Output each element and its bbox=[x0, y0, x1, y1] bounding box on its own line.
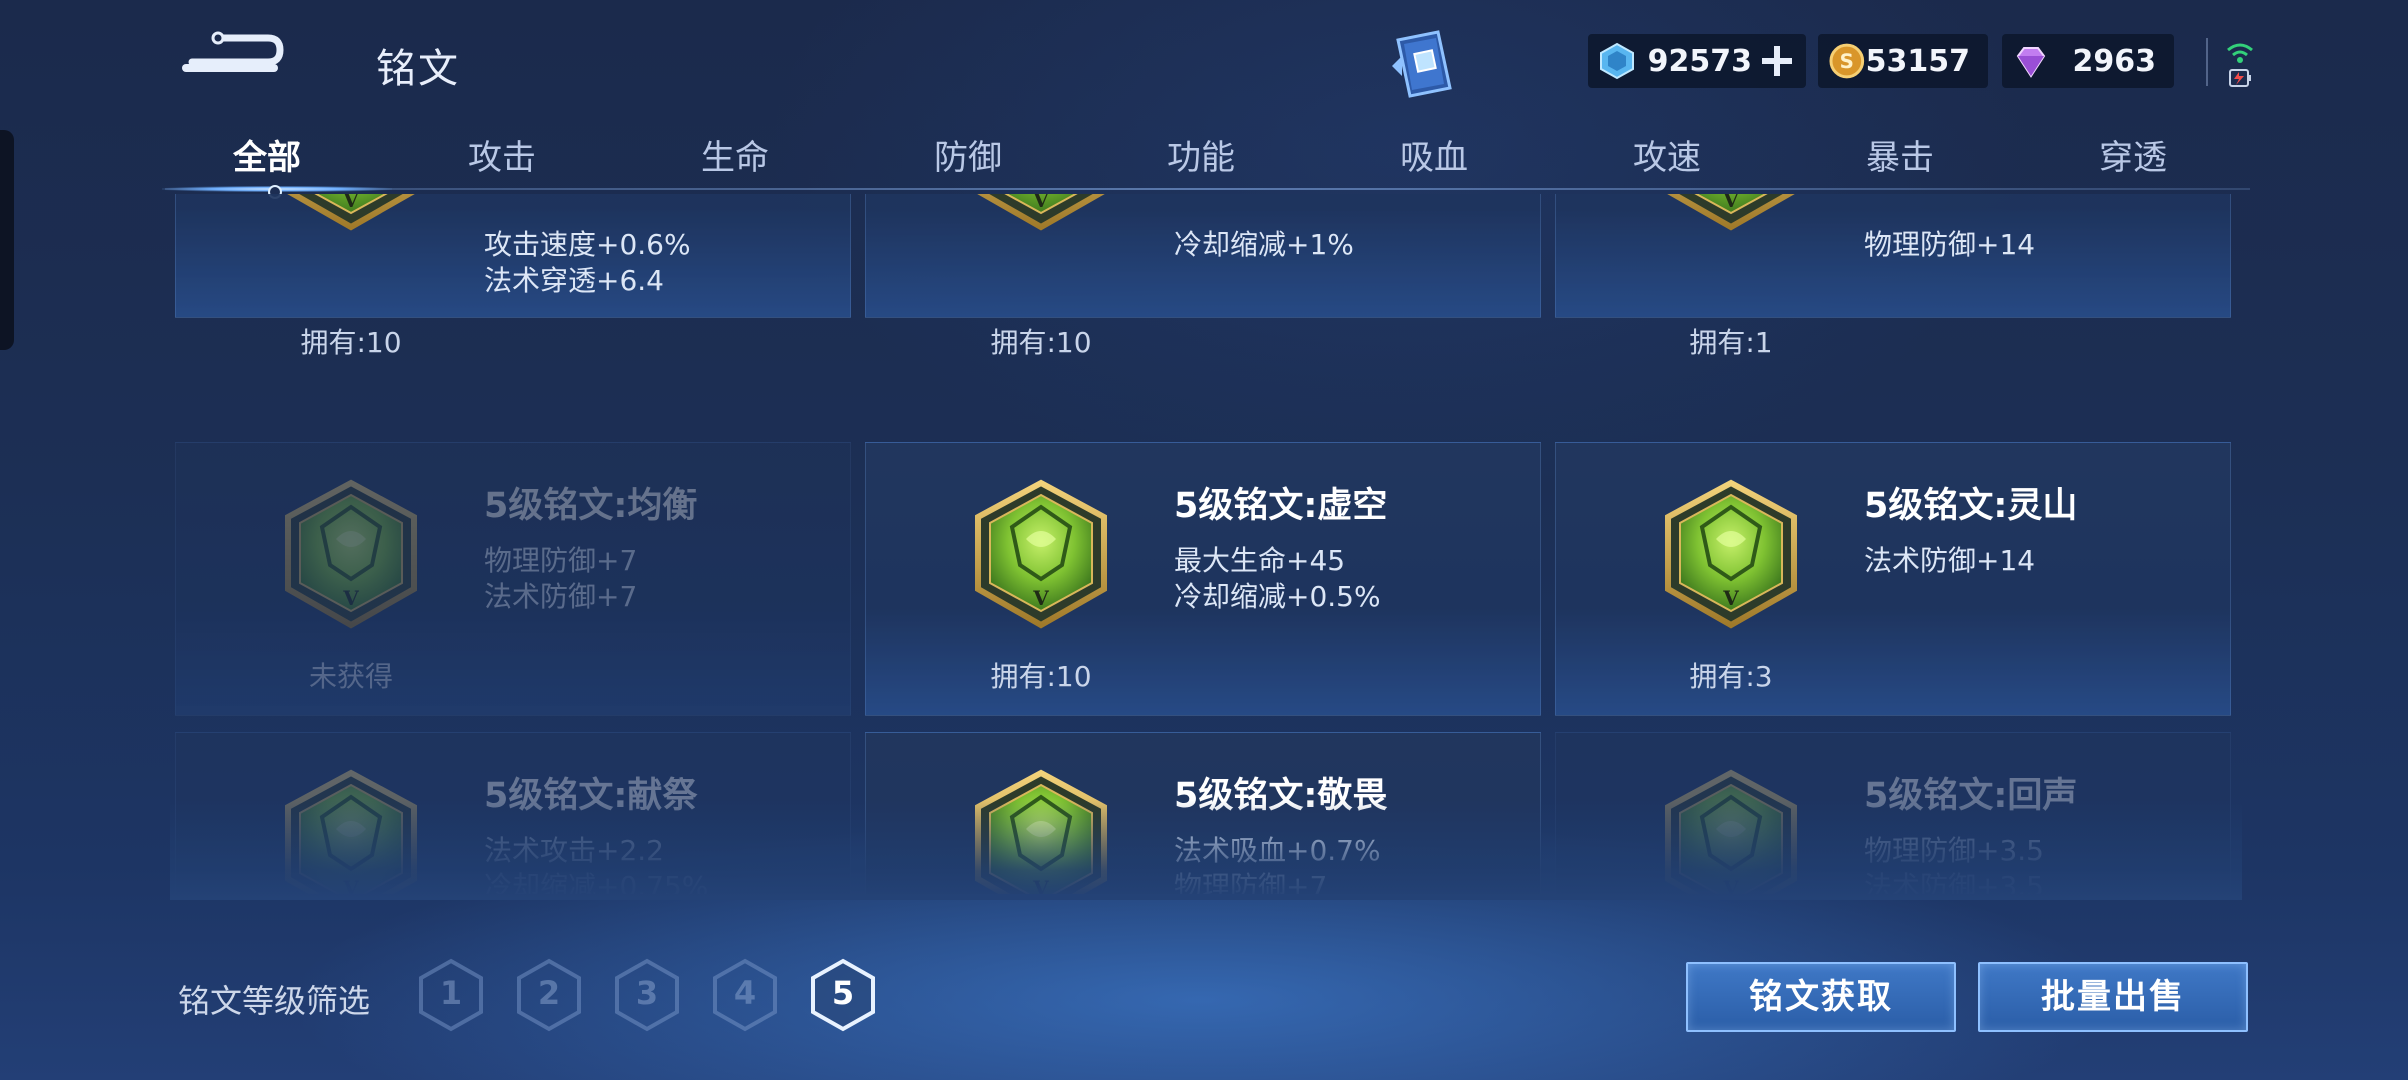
divider bbox=[2206, 38, 2208, 86]
add-diamond-plus-icon[interactable] bbox=[1762, 46, 1792, 76]
wifi-battery-icon bbox=[2227, 43, 2253, 87]
inscription-stat: 物理防御+3.5 bbox=[1864, 834, 2044, 867]
inscription-name: 5级铭文:灵山 bbox=[1864, 486, 2078, 526]
tab-attack-speed[interactable]: 攻速 bbox=[1582, 130, 1752, 179]
gem-currency: 2963 bbox=[2002, 34, 2174, 88]
level-number: 4 bbox=[733, 974, 757, 1012]
page-title: 铭文 bbox=[376, 46, 460, 92]
inscription-stat: 法术防御+7 bbox=[484, 580, 638, 613]
tab-penetration[interactable]: 穿透 bbox=[2048, 130, 2218, 179]
owned-count: 拥有:1 bbox=[1689, 326, 1773, 359]
inscription-stat: 物理防御+14 bbox=[1864, 228, 2036, 261]
category-tabs: 全部 攻击 生命 防御 功能 吸血 攻速 暴击 穿透 bbox=[160, 130, 2248, 190]
gold-amount: 53157 bbox=[1865, 43, 1970, 79]
level-number: 1 bbox=[439, 974, 463, 1012]
level-filter-label: 铭文等级筛选 bbox=[178, 982, 371, 1020]
tab-divider-line bbox=[165, 188, 2250, 190]
inscription-badge-icon bbox=[966, 769, 1116, 894]
inscription-stat: 法术吸血+0.7% bbox=[1174, 834, 1381, 867]
tab-attack[interactable]: 攻击 bbox=[417, 130, 587, 179]
owned-count: 未获得 bbox=[308, 660, 393, 693]
inscription-grid: 攻击速度+0.6% 法术穿透+6.4 拥有:10 冷却缩减+1% 拥有:10 物… bbox=[170, 194, 2242, 894]
inscription-badge-icon bbox=[966, 194, 1116, 231]
inscription-stat: 法术攻击+2.2 bbox=[484, 834, 664, 867]
inscription-card[interactable]: 物理防御+14 拥有:1 bbox=[1555, 194, 2231, 359]
level-filter-2[interactable]: 2 bbox=[516, 958, 582, 1032]
inscription-badge-icon bbox=[1656, 194, 1806, 231]
level-number: 2 bbox=[537, 974, 561, 1012]
inscription-stat: 物理防御+7 bbox=[484, 544, 638, 577]
inscription-card[interactable]: 5级铭文:献祭 法术攻击+2.2 冷却缩减+0.75% bbox=[175, 732, 851, 894]
inscription-name: 5级铭文:敬畏 bbox=[1174, 776, 1388, 816]
inscription-name: 5级铭文:献祭 bbox=[484, 776, 698, 816]
inscription-card[interactable]: 5级铭文:回声 物理防御+3.5 法术防御+3.5 bbox=[1555, 732, 2231, 894]
inscription-stat: 冷却缩减+0.5% bbox=[1174, 580, 1381, 613]
tab-all[interactable]: 全部 bbox=[182, 130, 352, 179]
tab-health[interactable]: 生命 bbox=[650, 130, 820, 179]
acquire-inscription-button[interactable]: 铭文获取 bbox=[1686, 962, 1956, 1032]
owned-count: 拥有:3 bbox=[1689, 660, 1773, 693]
gem-amount: 2963 bbox=[2072, 43, 2157, 79]
level-filter-5[interactable]: 5 bbox=[810, 958, 876, 1032]
inscription-name: 5级铭文:均衡 bbox=[484, 486, 698, 526]
purple-gem-icon bbox=[2016, 47, 2046, 78]
inscription-badge-icon bbox=[276, 479, 426, 629]
bulk-sell-button[interactable]: 批量出售 bbox=[1978, 962, 2248, 1032]
owned-count: 拥有:10 bbox=[300, 326, 402, 359]
gold-currency: S 53157 bbox=[1818, 34, 1988, 88]
owned-count: 拥有:10 bbox=[990, 660, 1092, 693]
inscription-stat: 物理防御+7 bbox=[1174, 870, 1328, 894]
inscription-stat: 法术防御+14 bbox=[1864, 544, 2036, 577]
inscription-badge-icon bbox=[966, 479, 1116, 629]
inscription-badge-icon bbox=[1656, 479, 1806, 629]
inscription-card[interactable]: 5级铭文:灵山 法术防御+14 拥有:3 bbox=[1555, 442, 2231, 716]
inscription-stat: 攻击速度+0.6% bbox=[484, 228, 691, 261]
inscription-stat: 冷却缩减+1% bbox=[1174, 228, 1354, 261]
side-edge bbox=[0, 130, 14, 350]
inscription-stat: 冷却缩减+0.75% bbox=[484, 870, 709, 894]
diamond-amount: 92573 bbox=[1647, 43, 1752, 79]
back-arrow-icon bbox=[182, 31, 284, 72]
inscription-stat: 法术防御+3.5 bbox=[1864, 870, 2044, 894]
level-filter-4[interactable]: 4 bbox=[712, 958, 778, 1032]
tab-function[interactable]: 功能 bbox=[1116, 130, 1286, 179]
level-filter-3[interactable]: 3 bbox=[614, 958, 680, 1032]
inscription-stat: 法术穿透+6.4 bbox=[484, 264, 664, 297]
level-filter-1[interactable]: 1 bbox=[418, 958, 484, 1032]
inscription-badge-icon bbox=[276, 769, 426, 894]
inscription-card[interactable]: 攻击速度+0.6% 法术穿透+6.4 拥有:10 bbox=[175, 194, 851, 359]
status-indicator bbox=[2224, 38, 2256, 90]
tab-defense[interactable]: 防御 bbox=[883, 130, 1053, 179]
inscription-badge-icon bbox=[276, 194, 426, 231]
diamond-icon bbox=[1600, 42, 1634, 80]
tab-lifesteal[interactable]: 吸血 bbox=[1349, 130, 1519, 179]
tab-critical[interactable]: 暴击 bbox=[1815, 130, 1985, 179]
diamond-currency: 92573 bbox=[1588, 34, 1806, 88]
level-number: 5 bbox=[831, 974, 855, 1012]
gold-coin-icon: S bbox=[1829, 43, 1865, 79]
inscription-card[interactable]: 冷却缩减+1% 拥有:10 bbox=[865, 194, 1541, 359]
inscription-stat: 最大生命+45 bbox=[1174, 544, 1346, 577]
level-number: 3 bbox=[635, 974, 659, 1012]
inscription-book-icon[interactable] bbox=[1388, 26, 1458, 102]
owned-count: 拥有:10 bbox=[990, 326, 1092, 359]
back-button[interactable] bbox=[180, 28, 290, 88]
svg-text:S: S bbox=[1840, 50, 1854, 73]
inscription-badge-icon bbox=[1656, 769, 1806, 894]
inscription-card[interactable]: 5级铭文:虚空 最大生命+45 冷却缩减+0.5% 拥有:10 bbox=[865, 442, 1541, 716]
inscription-card[interactable]: 5级铭文:均衡 物理防御+7 法术防御+7 未获得 bbox=[175, 442, 851, 716]
inscription-name: 5级铭文:虚空 bbox=[1174, 486, 1388, 526]
inscription-name: 5级铭文:回声 bbox=[1864, 776, 2078, 816]
inscription-card[interactable]: 5级铭文:敬畏 法术吸血+0.7% 物理防御+7 bbox=[865, 732, 1541, 894]
